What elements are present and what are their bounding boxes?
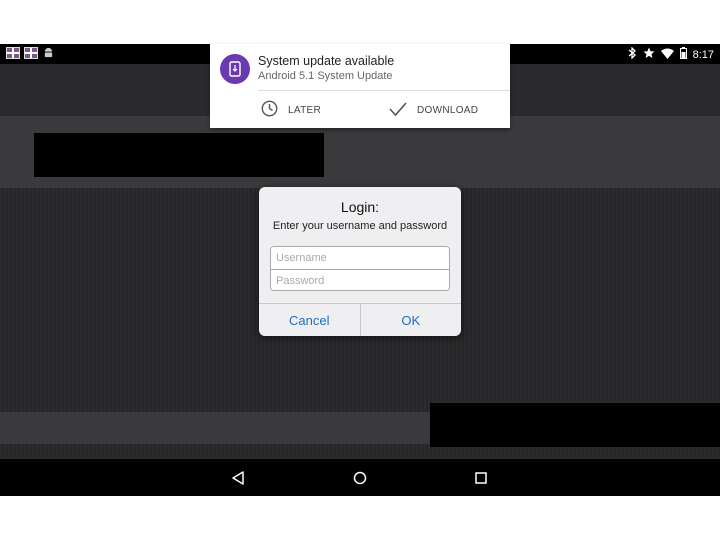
cancel-button[interactable]: Cancel (259, 304, 360, 336)
check-icon (389, 101, 407, 120)
notification-divider (258, 90, 510, 91)
password-input[interactable] (271, 269, 449, 290)
star-icon (643, 47, 655, 62)
redacted-block (34, 133, 324, 177)
login-dialog: Login: Enter your username and password … (259, 187, 461, 336)
system-update-notification[interactable]: System update available Android 5.1 Syst… (210, 44, 510, 128)
keyboard-flag-icon (6, 47, 20, 59)
download-label: DOWNLOAD (417, 104, 479, 116)
redacted-block (430, 403, 720, 447)
keyboard-flag-icon (24, 47, 38, 59)
bluetooth-icon (628, 46, 637, 62)
wifi-icon (660, 48, 674, 62)
credentials-fields (270, 246, 450, 291)
download-button[interactable]: DOWNLOAD (389, 98, 478, 122)
dialog-title: Login: (340, 199, 380, 215)
ok-button[interactable]: OK (359, 304, 462, 336)
navigation-bar (0, 459, 720, 496)
notification-title: System update available (258, 54, 395, 68)
username-input[interactable] (271, 247, 449, 269)
battery-icon (679, 47, 687, 62)
notification-subtitle: Android 5.1 System Update (258, 70, 393, 82)
clock-icon (261, 100, 278, 120)
home-icon[interactable] (349, 467, 371, 489)
dialog-message: Enter your username and password (272, 220, 448, 232)
status-bar-left (6, 47, 54, 59)
status-bar-right: 8:17 (628, 46, 714, 62)
recents-icon[interactable] (470, 467, 492, 489)
later-button[interactable]: LATER (261, 98, 321, 122)
system-update-icon (220, 54, 250, 84)
dialog-buttons: Cancel OK (259, 303, 461, 336)
back-icon[interactable] (227, 467, 249, 489)
status-time: 8:17 (692, 48, 714, 61)
later-label: LATER (288, 104, 321, 116)
android-debug-icon (42, 47, 54, 59)
